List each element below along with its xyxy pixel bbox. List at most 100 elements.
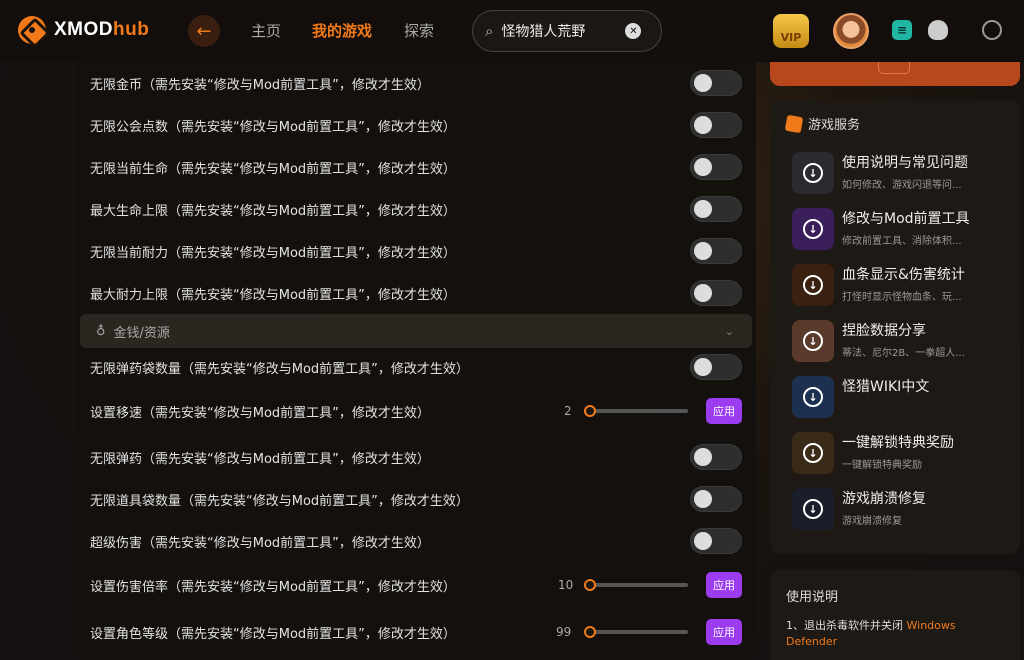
cheat-label: 设置角色等级（需先安装“修改与Mod前置工具”，修改才生效）: [90, 626, 456, 642]
toggle-switch[interactable]: [690, 280, 742, 306]
service-name: 修改与Mod前置工具: [842, 211, 970, 227]
cheat-row: 无限弹药（需先安装“修改与Mod前置工具”，修改才生效）: [90, 444, 742, 470]
cheat-row-slider: 设置移速（需先安装“修改与Mod前置工具”，修改才生效） 2 应用: [90, 398, 742, 424]
cheat-label: 超级伤害（需先安装“修改与Mod前置工具”，修改才生效）: [90, 535, 430, 551]
clear-search-icon[interactable]: ✕: [625, 23, 642, 39]
cheat-row: 无限道具袋数量（需先安装“修改与Mod前置工具”，修改才生效）: [90, 486, 742, 512]
service-desc: 如何修改、游戏闪退等问...: [842, 180, 962, 191]
logo[interactable]: XMODhub: [18, 16, 149, 44]
service-name: 血条显示&伤害统计: [842, 267, 965, 283]
toggle-switch[interactable]: [690, 486, 742, 512]
services-title-text: 游戏服务: [808, 118, 861, 133]
launch-button-inner: [878, 62, 910, 74]
toggle-switch[interactable]: [690, 528, 742, 554]
service-item[interactable]: ↓ 使用说明与常见问题 如何修改、游戏闪退等问...: [792, 152, 1012, 196]
cheat-row: 无限弹药袋数量（需先安装“修改与Mod前置工具”，修改才生效）: [90, 354, 742, 380]
instructions-panel: 使用说明 1、退出杀毒软件并关闭 Windows Defender: [770, 570, 1020, 660]
toggle-switch[interactable]: [690, 238, 742, 264]
apply-button[interactable]: 应用: [706, 572, 742, 598]
search-box[interactable]: ⌕ ✕: [472, 10, 662, 52]
apply-button[interactable]: 应用: [706, 398, 742, 424]
download-icon: ↓: [803, 331, 823, 351]
service-desc: 打怪时显示怪物血条、玩...: [842, 292, 962, 303]
slider-value: 99: [556, 625, 572, 639]
service-item[interactable]: ↓ 血条显示&伤害统计 打怪时显示怪物血条、玩...: [792, 264, 1012, 308]
cheat-label: 无限金币（需先安装“修改与Mod前置工具”，修改才生效）: [90, 77, 430, 93]
cheat-row-slider: 设置角色等级（需先安装“修改与Mod前置工具”，修改才生效） 99 应用: [90, 619, 742, 645]
cheat-row: 最大耐力上限（需先安装“修改与Mod前置工具”，修改才生效）: [90, 280, 742, 306]
service-item[interactable]: ↓ 游戏崩溃修复 游戏崩溃修复: [792, 488, 1012, 532]
cheat-row: 无限金币（需先安装“修改与Mod前置工具”，修改才生效）: [90, 70, 742, 96]
cheat-label: 设置伤害倍率（需先安装“修改与Mod前置工具”，修改才生效）: [90, 579, 456, 595]
cheat-label: 无限公会点数（需先安装“修改与Mod前置工具”，修改才生效）: [90, 119, 456, 135]
cheat-label: 最大生命上限（需先安装“修改与Mod前置工具”，修改才生效）: [90, 203, 456, 219]
apply-button[interactable]: 应用: [706, 619, 742, 645]
toggle-switch[interactable]: [690, 70, 742, 96]
damage-multiplier-slider[interactable]: [584, 579, 688, 591]
service-desc: 一键解锁特典奖励: [842, 460, 922, 471]
service-thumbnail: ↓: [792, 208, 834, 250]
instructions-title: 使用说明: [786, 590, 839, 605]
toggle-switch[interactable]: [690, 112, 742, 138]
section-title: 金钱/资源: [113, 325, 170, 341]
back-button[interactable]: ←: [188, 15, 220, 47]
services-title: 游戏服务: [784, 114, 861, 133]
cheat-row: 无限公会点数（需先安装“修改与Mod前置工具”，修改才生效）: [90, 112, 742, 138]
toggle-switch[interactable]: [690, 354, 742, 380]
toggle-switch[interactable]: [690, 444, 742, 470]
avatar[interactable]: [833, 13, 869, 49]
service-item[interactable]: ↓ 怪猎WIKI中文: [792, 376, 1012, 420]
vip-badge[interactable]: VIP: [773, 14, 809, 48]
search-icon: ⌕: [485, 22, 494, 40]
service-thumbnail: ↓: [792, 264, 834, 306]
toggle-switch[interactable]: [690, 154, 742, 180]
cheat-label: 无限道具袋数量（需先安装“修改与Mod前置工具”，修改才生效）: [90, 493, 469, 509]
slider-thumb[interactable]: [584, 579, 596, 591]
section-header-money[interactable]: ♁ 金钱/资源 ⌄: [80, 314, 752, 348]
slider-thumb[interactable]: [584, 405, 596, 417]
chevron-down-icon: ⌄: [724, 324, 734, 338]
cheat-label: 无限当前耐力（需先安装“修改与Mod前置工具”，修改才生效）: [90, 245, 456, 261]
download-icon: ↓: [803, 499, 823, 519]
speed-slider[interactable]: [584, 405, 688, 417]
search-input[interactable]: [501, 23, 620, 39]
launch-button-edge[interactable]: [770, 62, 1020, 86]
download-icon: ↓: [803, 219, 823, 239]
cheat-label: 最大耐力上限（需先安装“修改与Mod前置工具”，修改才生效）: [90, 287, 456, 303]
cheat-row: 最大生命上限（需先安装“修改与Mod前置工具”，修改才生效）: [90, 196, 742, 222]
service-thumbnail: ↓: [792, 432, 834, 474]
game-services-panel: 游戏服务 ↓ 使用说明与常见问题 如何修改、游戏闪退等问... ↓ 修改与Mod…: [770, 100, 1020, 554]
cheat-row-slider: 设置伤害倍率（需先安装“修改与Mod前置工具”，修改才生效） 10 应用: [90, 572, 742, 598]
service-item[interactable]: ↓ 修改与Mod前置工具 修改前置工具、消除体积...: [792, 208, 1012, 252]
top-bar: XMODhub ← 主页 我的游戏 探索 ⌕ ✕ VIP ≡: [0, 0, 1024, 62]
cheat-label: 设置移速（需先安装“修改与Mod前置工具”，修改才生效）: [90, 405, 430, 421]
cheat-label: 无限弹药（需先安装“修改与Mod前置工具”，修改才生效）: [90, 451, 430, 467]
toggle-switch[interactable]: [690, 196, 742, 222]
instructions-line: 1、退出杀毒软件并关闭: [786, 619, 907, 632]
level-slider[interactable]: [584, 626, 688, 638]
app-switch-icon[interactable]: ≡: [892, 20, 912, 40]
nav-explore[interactable]: 探索: [404, 20, 434, 41]
service-item[interactable]: ↓ 一键解锁特典奖励 一键解锁特典奖励: [792, 432, 1012, 476]
slider-thumb[interactable]: [584, 626, 596, 638]
download-icon: ↓: [803, 387, 823, 407]
service-name: 游戏崩溃修复: [842, 491, 926, 507]
nav-my-games[interactable]: 我的游戏: [312, 20, 372, 41]
instructions-text: 1、退出杀毒软件并关闭 Windows Defender: [786, 618, 1006, 650]
logo-text: XMODhub: [54, 19, 150, 40]
cheat-label: 无限当前生命（需先安装“修改与Mod前置工具”，修改才生效）: [90, 161, 456, 177]
nav-home[interactable]: 主页: [251, 20, 281, 41]
service-desc: 修改前置工具、消除体积...: [842, 236, 962, 247]
cheat-row: 无限当前生命（需先安装“修改与Mod前置工具”，修改才生效）: [90, 154, 742, 180]
cube-icon: [784, 114, 804, 133]
notification-icon[interactable]: [928, 20, 948, 40]
money-bag-icon: ♁: [96, 323, 106, 339]
service-item[interactable]: ↓ 捏脸数据分享 蒂法、尼尔2B、一拳超人...: [792, 320, 1012, 364]
service-thumbnail: ↓: [792, 152, 834, 194]
service-name: 怪猎WIKI中文: [842, 379, 930, 395]
service-name: 使用说明与常见问题: [842, 155, 968, 171]
service-thumbnail: ↓: [792, 488, 834, 530]
service-name: 一键解锁特典奖励: [842, 435, 954, 451]
service-desc: 游戏崩溃修复: [842, 516, 902, 527]
settings-icon[interactable]: [982, 20, 1002, 40]
